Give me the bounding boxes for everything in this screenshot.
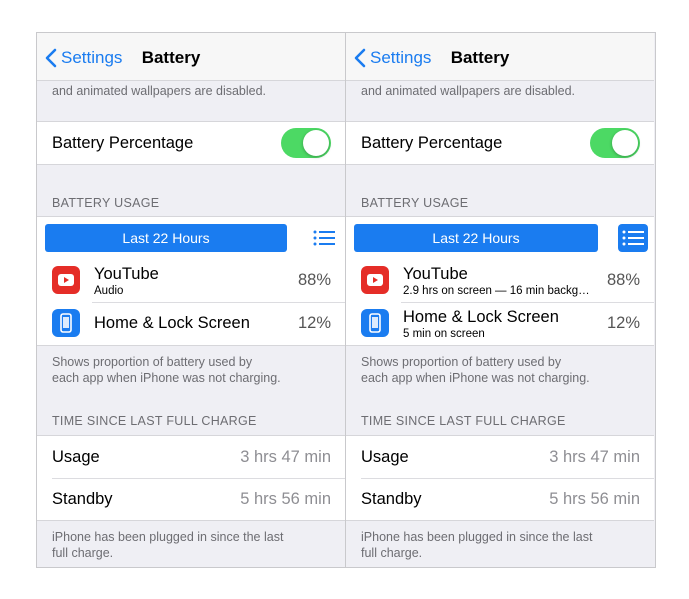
battery-percentage-row: Battery Percentage: [37, 122, 345, 164]
last-hours-button[interactable]: Last 22 Hours: [45, 224, 287, 252]
time-since-group: Usage 3 hrs 47 min Standby 5 hrs 56 min: [346, 435, 654, 521]
battery-usage-header: BATTERY USAGE: [52, 196, 160, 210]
app-detail: 5 min on screen: [403, 328, 485, 340]
battery-usage-header: BATTERY USAGE: [361, 196, 469, 210]
time-since-footer: iPhone has been plugged in since the las…: [52, 530, 284, 560]
navigation-bar: Settings Battery: [37, 33, 345, 81]
app-row-home-lock-screen[interactable]: Home & Lock Screen 12%: [37, 302, 345, 345]
app-row-youtube[interactable]: YouTube 2.9 hrs on screen — 16 min backg…: [346, 259, 654, 302]
toggle-knob: [612, 130, 638, 156]
last-hours-button[interactable]: Last 22 Hours: [354, 224, 598, 252]
app-name: Home & Lock Screen: [94, 314, 250, 332]
navigation-bar: Settings Battery: [346, 33, 654, 81]
battery-percentage-group: Battery Percentage: [346, 121, 654, 165]
battery-percentage-group: Battery Percentage: [37, 121, 345, 165]
app-percent: 12%: [297, 314, 331, 332]
standby-label: Standby: [361, 489, 422, 508]
usage-row: Usage 3 hrs 47 min: [346, 436, 654, 478]
phone-screen-icon: [52, 309, 80, 337]
usage-range-row: Last 22 Hours: [346, 216, 654, 259]
battery-screen-right: Settings Battery and animated wallpapers…: [346, 33, 654, 567]
app-name: YouTube: [403, 265, 468, 283]
battery-percentage-label: Battery Percentage: [361, 133, 503, 152]
usage-range-row: Last 22 Hours: [37, 216, 345, 259]
battery-percentage-toggle[interactable]: [590, 128, 640, 158]
standby-value: 5 hrs 56 min: [240, 489, 331, 508]
list-icon: [622, 230, 644, 246]
time-since-footer: iPhone has been plugged in since the las…: [361, 530, 593, 560]
battery-percentage-label: Battery Percentage: [52, 133, 194, 152]
list-icon: [313, 230, 335, 246]
standby-row: Standby 5 hrs 56 min: [346, 478, 654, 520]
standby-row: Standby 5 hrs 56 min: [37, 478, 345, 520]
page-title: Battery: [450, 48, 510, 67]
time-since-group: Usage 3 hrs 47 min Standby 5 hrs 56 min: [37, 435, 345, 521]
time-since-header: TIME SINCE LAST FULL CHARGE: [361, 414, 566, 428]
app-row-home-lock-screen[interactable]: Home & Lock Screen 5 min on screen 12%: [346, 302, 654, 345]
time-since-header: TIME SINCE LAST FULL CHARGE: [52, 414, 257, 428]
app-percent: 88%: [606, 271, 640, 289]
usage-label: Usage: [361, 447, 409, 466]
standby-label: Standby: [52, 489, 113, 508]
standby-value: 5 hrs 56 min: [549, 489, 640, 508]
battery-usage-footer: Shows proportion of battery used by each…: [361, 355, 590, 385]
youtube-icon: [52, 266, 80, 294]
usage-row: Usage 3 hrs 47 min: [37, 436, 345, 478]
phone-screen-icon: [361, 309, 389, 337]
screenshot-frame: Settings Battery and animated wallpapers…: [36, 32, 656, 568]
usage-value: 3 hrs 47 min: [240, 447, 331, 466]
low-power-footer: and animated wallpapers are disabled.: [361, 84, 576, 98]
app-detail: Audio: [94, 285, 124, 297]
app-percent: 12%: [606, 314, 640, 332]
usage-value: 3 hrs 47 min: [549, 447, 640, 466]
detail-view-button[interactable]: [618, 224, 648, 252]
app-usage-list: YouTube 2.9 hrs on screen — 16 min backg…: [346, 259, 654, 346]
app-name: Home & Lock Screen: [403, 308, 559, 326]
battery-percentage-row: Battery Percentage: [346, 122, 654, 164]
youtube-icon: [361, 266, 389, 294]
app-detail: 2.9 hrs on screen — 16 min backg…: [403, 285, 590, 297]
battery-screen-left: Settings Battery and animated wallpapers…: [37, 33, 345, 567]
app-usage-list: YouTube Audio 88% Home & Lock Screen 12%: [37, 259, 345, 346]
app-row-youtube[interactable]: YouTube Audio 88%: [37, 259, 345, 302]
battery-percentage-toggle[interactable]: [281, 128, 331, 158]
page-title: Battery: [141, 48, 201, 67]
battery-usage-footer: Shows proportion of battery used by each…: [52, 355, 281, 385]
app-percent: 88%: [297, 271, 331, 289]
usage-label: Usage: [52, 447, 100, 466]
toggle-knob: [303, 130, 329, 156]
low-power-footer: and animated wallpapers are disabled.: [52, 84, 267, 98]
app-name: YouTube: [94, 265, 159, 283]
detail-view-button[interactable]: [309, 224, 339, 252]
